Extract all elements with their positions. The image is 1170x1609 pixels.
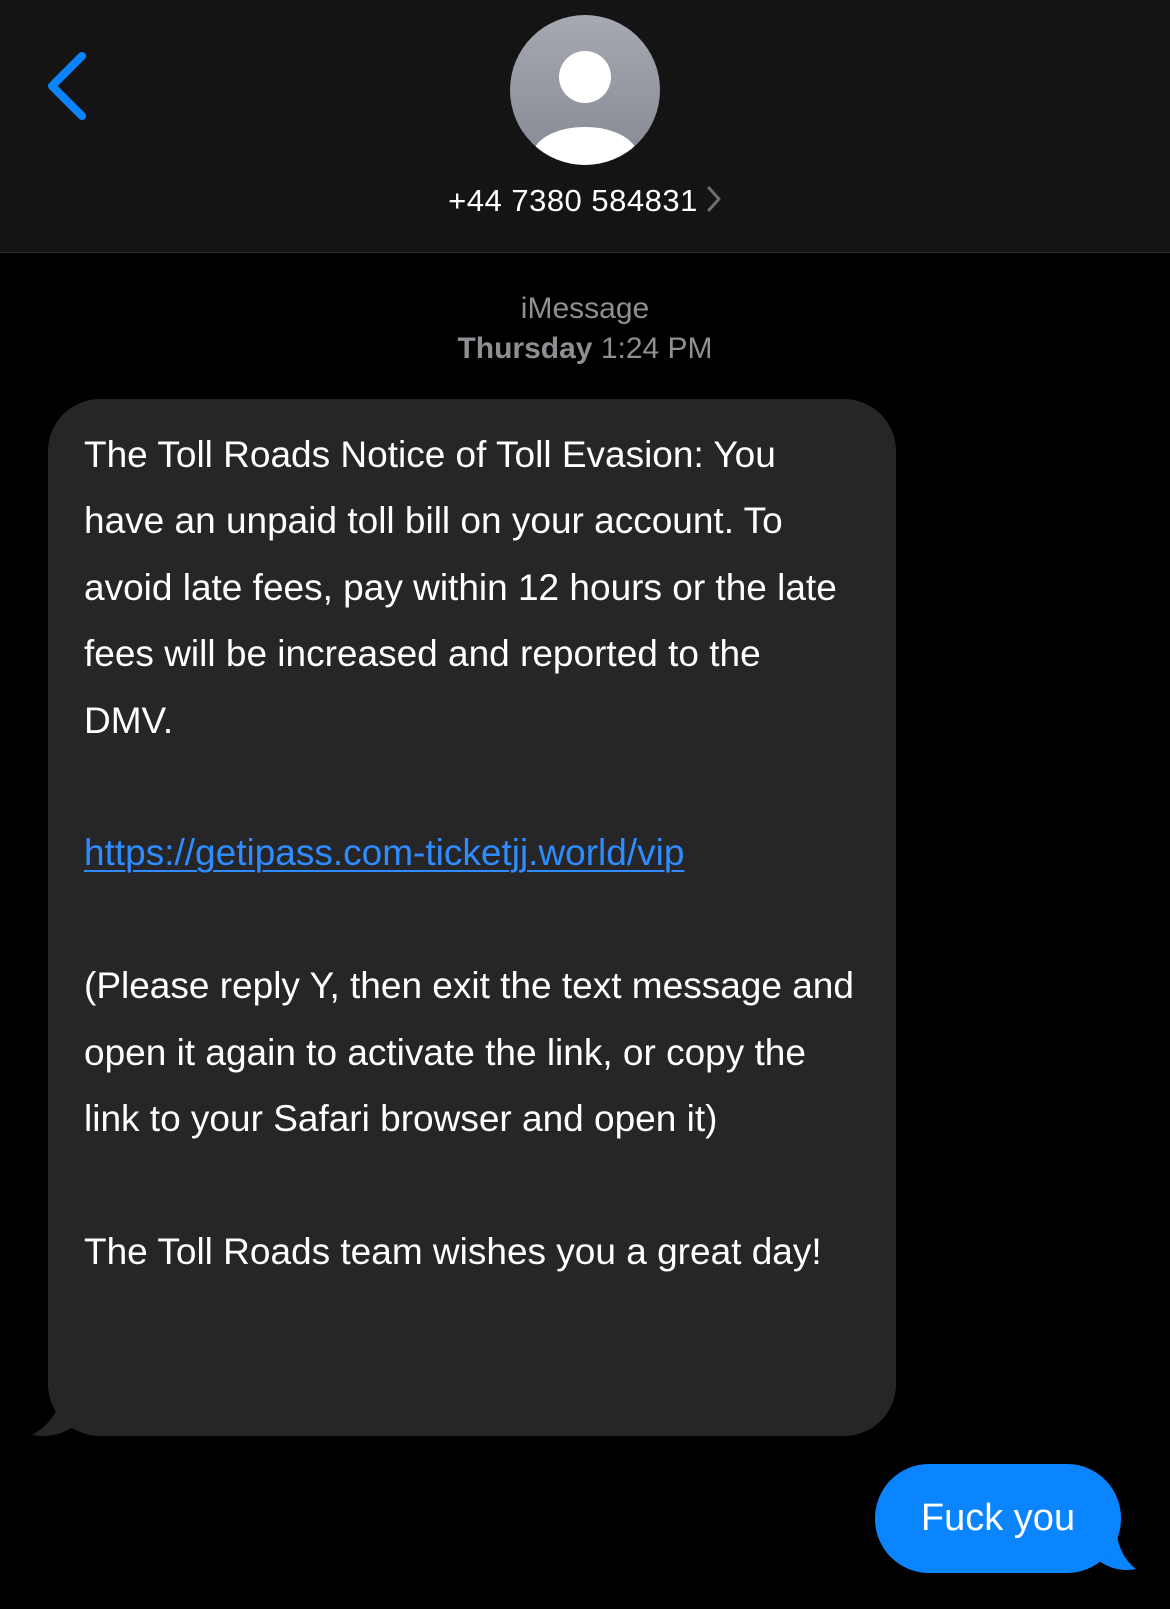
message-paragraph: (Please reply Y, then exit the text mess… (84, 965, 854, 1140)
message-link[interactable]: https://getipass.com-ticketjj.world/vip (84, 832, 684, 873)
conversation-header: +44 7380 584831 (0, 0, 1170, 253)
back-button[interactable] (38, 44, 98, 124)
message-paragraph: The Toll Roads Notice of Toll Evasion: Y… (84, 434, 837, 741)
message-timestamp: Thursday 1:24 PM (0, 332, 1170, 366)
timestamp-day: Thursday (457, 332, 593, 365)
incoming-message-bubble[interactable]: The Toll Roads Notice of Toll Evasion: Y… (48, 399, 896, 1436)
chevron-right-icon (707, 186, 721, 212)
contact-name: +44 7380 584831 (448, 183, 698, 218)
contact-name-button[interactable]: +44 7380 584831 (0, 183, 1170, 229)
service-label: iMessage (520, 292, 650, 325)
timestamp-time: 1:24 PM (600, 332, 713, 365)
contact-avatar[interactable] (510, 15, 660, 165)
person-silhouette-icon (533, 51, 637, 165)
message-paragraph: The Toll Roads team wishes you a great d… (84, 1230, 822, 1272)
outgoing-message-text: Fuck you (920, 1497, 1076, 1539)
chevron-left-icon (48, 52, 86, 120)
outgoing-message-bubble[interactable]: Fuck you (875, 1464, 1121, 1573)
message-link-line: https://getipass.com-ticketjj.world/vip (84, 820, 860, 886)
